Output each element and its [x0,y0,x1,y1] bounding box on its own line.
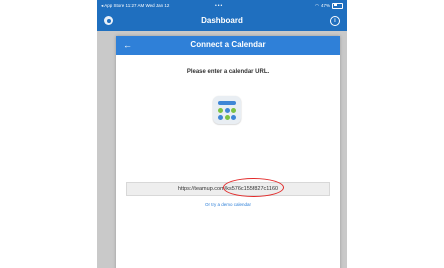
url-prompt: Please enter a calendar URL. [186,69,270,75]
wifi-icon: ◠ [315,2,319,8]
modal-title: Connect a Calendar [190,40,266,49]
tablet-screen: ◂ App Store 11:27 AM Wed Jan 12 ◠ 47% ••… [97,0,347,268]
battery-icon [332,2,343,9]
modal-header: ← Connect a Calendar [116,36,340,55]
calendar-dot [218,115,223,120]
connect-calendar-modal: ← Connect a Calendar Please enter a cale… [116,36,340,268]
calendar-dot [224,115,230,120]
calendar-dot [231,108,236,113]
url-highlight-annotation [223,178,284,197]
calendar-dot [224,108,230,113]
calendar-header-bar [218,101,236,105]
app-bar: Dashboard i [97,11,347,31]
calendar-dot [218,108,223,113]
demo-calendar-link[interactable]: Or try a demo calendar [116,202,340,207]
app-title: Dashboard [201,16,243,25]
status-right: ◠ 47% [315,2,343,9]
status-left: ◂ App Store 11:27 AM Wed Jan 12 [101,2,170,8]
calendar-dot [231,115,236,120]
battery-percent: 47% [320,3,330,8]
info-icon[interactable]: i [330,16,340,26]
multitask-dots[interactable]: ••• [215,3,223,9]
calendar-app-icon [213,96,241,124]
